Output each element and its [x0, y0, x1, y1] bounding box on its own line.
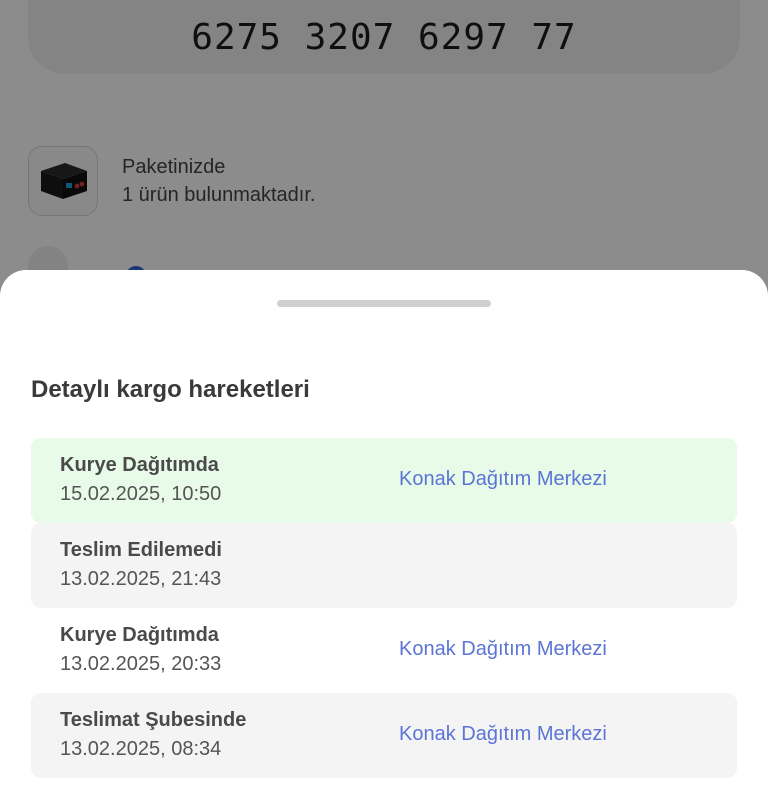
event-status: Teslimat Şubesinde	[60, 709, 247, 731]
event-status: Kurye Dağıtımda	[60, 454, 219, 476]
event-date: 13.02.2025, 08:34	[60, 738, 222, 760]
event-status: Teslim Edilemedi	[60, 539, 222, 561]
event-date: 15.02.2025, 10:50	[60, 483, 222, 505]
event-location-link[interactable]: Konak Dağıtım Merkezi	[399, 638, 607, 661]
event-date: 13.02.2025, 21:43	[60, 568, 222, 590]
event-location-link[interactable]: Konak Dağıtım Merkezi	[399, 723, 607, 746]
list-item: Teslim Edilemedi 13.02.2025, 21:43	[31, 523, 737, 608]
list-item: Kurye Dağıtımda 15.02.2025, 10:50 Konak …	[31, 438, 737, 523]
list-item: Kurye Dağıtımda 13.02.2025, 20:33 Konak …	[31, 608, 737, 693]
list-item: Teslimat Şubesinde 13.02.2025, 08:34 Kon…	[31, 693, 737, 778]
sheet-title: Detaylı kargo hareketleri	[31, 376, 310, 403]
bottom-sheet: Detaylı kargo hareketleri Kurye Dağıtımd…	[0, 270, 768, 790]
cargo-events-list: Kurye Dağıtımda 15.02.2025, 10:50 Konak …	[31, 438, 737, 778]
event-date: 13.02.2025, 20:33	[60, 653, 222, 675]
event-location-link[interactable]: Konak Dağıtım Merkezi	[399, 468, 607, 491]
event-status: Kurye Dağıtımda	[60, 624, 219, 646]
sheet-drag-handle[interactable]	[277, 300, 491, 307]
